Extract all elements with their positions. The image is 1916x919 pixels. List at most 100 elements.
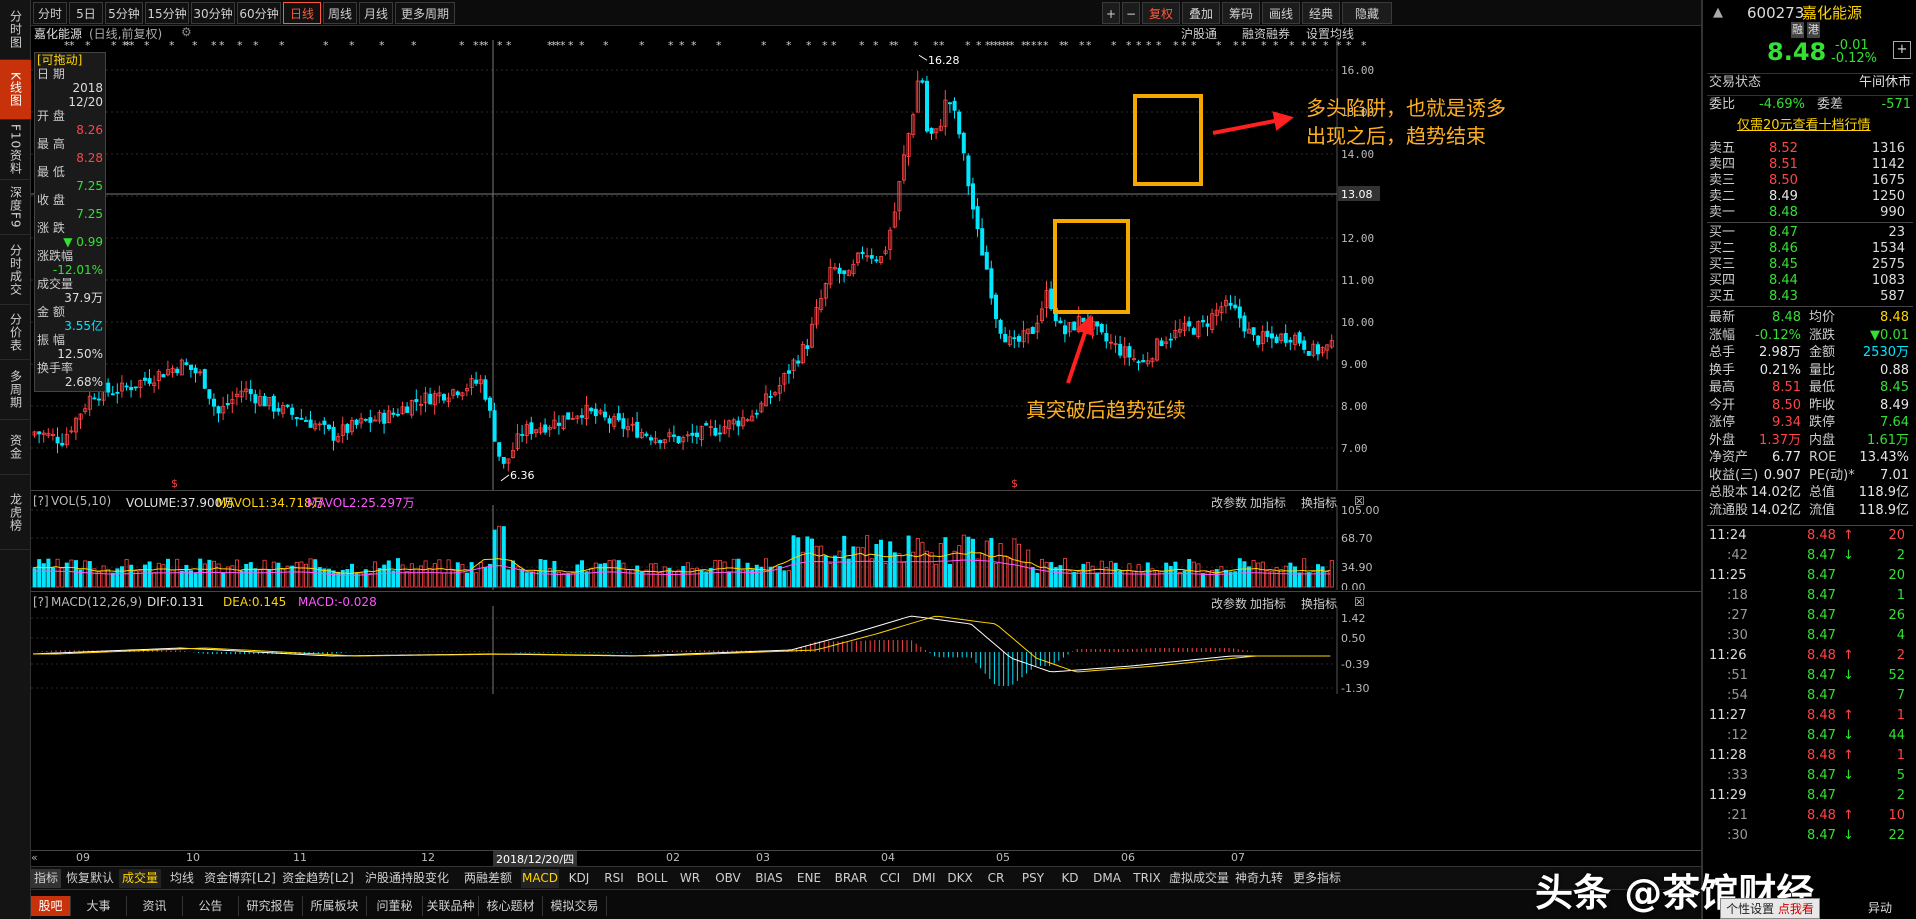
indicator-tab-27[interactable]: 更多指标: [1289, 869, 1345, 888]
period-tab-0[interactable]: 分时: [33, 2, 67, 24]
indicator-tab-10[interactable]: RSI: [599, 869, 629, 888]
left-tab-0[interactable]: 分时图: [0, 0, 31, 60]
stock-code: 600273: [1747, 4, 1805, 22]
footer-tab-9[interactable]: 模拟交易: [543, 896, 607, 916]
stat-row: 换手 0.21% 量比 0.88: [1707, 362, 1913, 380]
top-right-button-1[interactable]: −: [1122, 2, 1140, 24]
tick-price: 8.48: [1807, 528, 1836, 543]
footer-tab-8[interactable]: 核心题材: [479, 896, 543, 916]
top-right-button-2[interactable]: 复权: [1142, 2, 1180, 24]
left-tab-4[interactable]: 分时成交: [0, 235, 31, 305]
indicator-tab-14[interactable]: BIAS: [751, 869, 787, 888]
stat-row: 总手 2.98万 金额 2530万: [1707, 344, 1913, 362]
period-tab-8[interactable]: 月线: [359, 2, 393, 24]
footer-tab-0[interactable]: 股吧: [31, 896, 71, 916]
settings-gear-icon[interactable]: ⚙: [181, 25, 192, 39]
indicator-tab-24[interactable]: TRIX: [1129, 869, 1165, 888]
period-tab-4[interactable]: 30分钟: [191, 2, 235, 24]
indicator-tab-25[interactable]: 虚拟成交量: [1169, 869, 1229, 888]
indicator-tab-3[interactable]: 均线: [165, 869, 199, 888]
svg-text:*: *: [349, 40, 355, 52]
scroll-left-icon[interactable]: «: [31, 851, 38, 864]
top-right-button-5[interactable]: 画线: [1262, 2, 1300, 24]
indicator-tab-17[interactable]: CCI: [875, 869, 905, 888]
volume-bar: [1095, 572, 1100, 588]
volume-bar: [823, 555, 828, 588]
footer-tab-7[interactable]: 关联品种: [423, 896, 479, 916]
indicator-tab-18[interactable]: DMI: [909, 869, 939, 888]
indicator-tab-26[interactable]: 神奇九转: [1233, 869, 1285, 888]
footer-tab-1[interactable]: 大事: [71, 896, 127, 916]
indicator-tab-15[interactable]: ENE: [791, 869, 827, 888]
volume-bar: [1007, 558, 1012, 588]
left-tab-5[interactable]: 分价表: [0, 305, 31, 360]
stat-label: 净资产: [1709, 450, 1749, 465]
period-tab-6[interactable]: 日线: [283, 2, 321, 24]
footer-tab-4[interactable]: 研究报告: [239, 896, 303, 916]
footer-tab-6[interactable]: 问董秘: [367, 896, 423, 916]
left-tab-8[interactable]: 龙虎榜: [0, 475, 31, 550]
candle-body: [869, 255, 874, 259]
info-row: 2018: [35, 81, 105, 95]
tick-volume: 4: [1896, 628, 1905, 643]
anomaly-tab[interactable]: 异动: [1850, 898, 1910, 919]
indicator-tab-1[interactable]: 恢复默认: [65, 869, 115, 888]
indicator-tab-6[interactable]: 沪股通持股变化: [359, 869, 455, 888]
indicator-tab-2[interactable]: 成交量: [119, 869, 161, 888]
left-tab-6[interactable]: 多周期: [0, 360, 31, 420]
svg-text:*: *: [1361, 40, 1367, 52]
drag-label[interactable]: [可拖动]: [35, 53, 105, 67]
info-row: 3.55亿: [35, 319, 105, 333]
indicator-tab-20[interactable]: CR: [981, 869, 1011, 888]
indicator-tab-4[interactable]: 资金博弈[L2]: [203, 869, 277, 888]
indicator-tab-7[interactable]: 两融差额: [459, 869, 517, 888]
nav-up-icon[interactable]: ▲: [1713, 2, 1723, 24]
level10-link[interactable]: 仅需20元查看十档行情: [1737, 117, 1871, 135]
left-tab-1[interactable]: K线图: [0, 60, 31, 120]
period-tab-3[interactable]: 15分钟: [145, 2, 189, 24]
top-right-button-0[interactable]: +: [1102, 2, 1120, 24]
volume-bar: [1113, 562, 1118, 588]
crosshair-info-box[interactable]: [可拖动] 日 期 2018 12/20 开 盘 8.26 最 高 8.28 最 低 7.25 收 …: [34, 52, 106, 392]
top-right-button-6[interactable]: 经典: [1302, 2, 1340, 24]
volume-bar: [161, 564, 166, 588]
add-watchlist-button[interactable]: +: [1893, 41, 1911, 59]
stat-row: 净资产 6.77 ROE 13.43%: [1707, 449, 1913, 467]
indicator-tab-21[interactable]: PSY: [1015, 869, 1051, 888]
indicator-tab-19[interactable]: DKX: [943, 869, 977, 888]
indicator-tab-5[interactable]: 资金趋势[L2]: [281, 869, 355, 888]
price-tick: 12.00: [1341, 232, 1374, 245]
indicator-tab-16[interactable]: BRAR: [831, 869, 871, 888]
period-tab-7[interactable]: 周线: [323, 2, 357, 24]
indicator-tab-23[interactable]: DMA: [1089, 869, 1125, 888]
svg-text:*: *: [219, 40, 225, 52]
footer-tab-5[interactable]: 所属板块: [303, 896, 367, 916]
left-tab-2[interactable]: F10资料: [0, 120, 31, 180]
top-right-button-4[interactable]: 筹码: [1222, 2, 1260, 24]
indicator-tab-13[interactable]: OBV: [709, 869, 747, 888]
period-tab-5[interactable]: 60分钟: [237, 2, 281, 24]
left-tab-7[interactable]: 资金: [0, 420, 31, 475]
volume-bar: [626, 568, 631, 588]
arrow-down-icon: ↓: [1843, 768, 1854, 783]
crosshair-price: 13.08: [1341, 188, 1373, 201]
indicator-tab-9[interactable]: KDJ: [563, 869, 595, 888]
indicator-tab-8[interactable]: MACD: [521, 869, 559, 888]
indicator-tab-11[interactable]: BOLL: [633, 869, 671, 888]
period-tab-1[interactable]: 5日: [69, 2, 103, 24]
candle-body: [1316, 344, 1321, 355]
indicator-tab-0[interactable]: 指标: [31, 869, 61, 888]
indicator-tab-22[interactable]: KD: [1055, 869, 1085, 888]
footer-tab-2[interactable]: 资讯: [127, 896, 183, 916]
period-tab-2[interactable]: 5分钟: [105, 2, 143, 24]
candle-body: [676, 436, 681, 444]
volume-bar: [129, 564, 134, 588]
period-tab-9[interactable]: 更多周期: [395, 2, 455, 24]
month-label: 12: [421, 851, 435, 864]
left-tab-3[interactable]: 深度F9: [0, 180, 31, 235]
top-right-button-3[interactable]: 叠加: [1182, 2, 1220, 24]
indicator-tab-12[interactable]: WR: [675, 869, 705, 888]
footer-tab-3[interactable]: 公告: [183, 896, 239, 916]
top-right-button-7[interactable]: 隐藏: [1342, 2, 1392, 24]
personal-settings-button[interactable]: 个性设置 点我看看: [1720, 898, 1820, 919]
